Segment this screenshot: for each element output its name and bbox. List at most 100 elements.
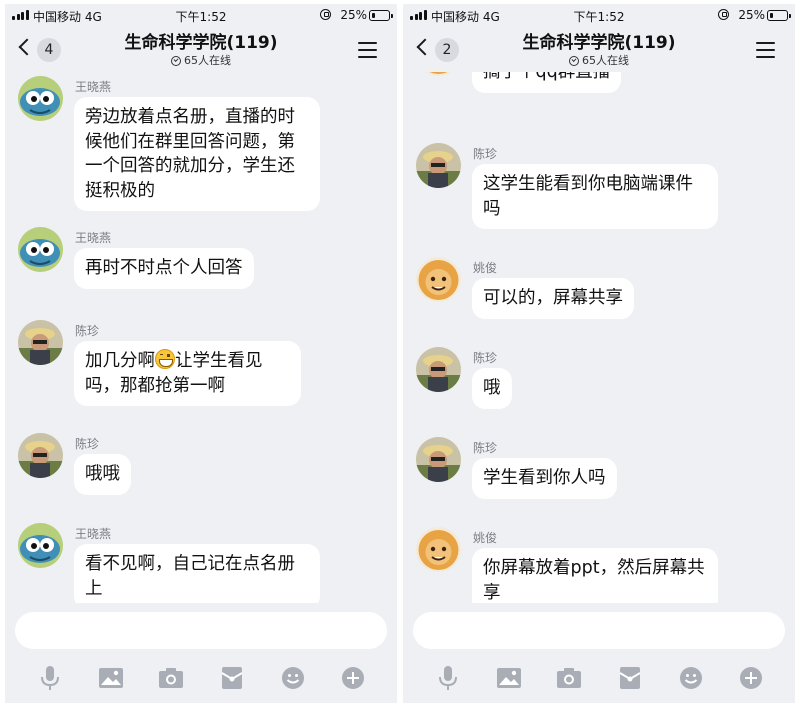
camera-icon[interactable] bbox=[156, 663, 186, 693]
message-item: 王晓燕 再时不时点个人回答 bbox=[5, 227, 397, 320]
message-item: 陈珍 哦哦 bbox=[5, 433, 397, 523]
sender-name: 姚俊 bbox=[473, 261, 498, 275]
menu-button[interactable] bbox=[756, 42, 775, 58]
group-title: 生命科学学院(119) bbox=[522, 33, 676, 53]
message-list[interactable]: 王晓燕 旁边放着点名册，直播的时候他们在群里回答问题，第一个回答的就加分，学生还… bbox=[5, 72, 397, 603]
message-item: 王晓燕 看不见啊，自己记在点名册上 bbox=[5, 523, 397, 603]
message-bubble[interactable]: 这学生能看到你电脑端课件吗 bbox=[472, 164, 718, 229]
microphone-icon[interactable] bbox=[433, 663, 463, 693]
battery-icon bbox=[767, 10, 791, 21]
lion-avatar[interactable] bbox=[416, 527, 461, 572]
message-bubble[interactable]: 再时不时点个人回答 bbox=[74, 248, 254, 289]
online-check-icon bbox=[569, 56, 579, 66]
message-bubble[interactable]: 哦 bbox=[472, 368, 512, 409]
message-text: 再时不时点个人回答 bbox=[85, 258, 243, 278]
photo-avatar[interactable] bbox=[416, 347, 461, 392]
message-bubble[interactable]: 看不见啊，自己记在点名册上 bbox=[74, 544, 320, 603]
battery-percent: 25% bbox=[340, 8, 367, 22]
message-text: 学生看到你人吗 bbox=[483, 468, 606, 488]
message-item: 姚俊 可以的，屏幕共享 bbox=[403, 257, 795, 347]
online-count: 65人在线 bbox=[184, 54, 231, 67]
message-bubble[interactable]: 哦哦 bbox=[74, 454, 131, 495]
message-item: 姚俊 你屏幕放着ppt，然后屏幕共享 bbox=[403, 527, 795, 603]
online-count: 65人在线 bbox=[582, 54, 629, 67]
message-bubble[interactable]: 加几分啊 让学生看见吗，那都抢第一啊 bbox=[74, 341, 301, 406]
photo-avatar[interactable] bbox=[416, 437, 461, 482]
sender-name: 王晓燕 bbox=[75, 80, 112, 94]
sender-name: 陈珍 bbox=[75, 437, 100, 451]
back-button[interactable]: 2 bbox=[416, 37, 464, 63]
chat-screen-right: 中国移动 4G 下午1:52 25% 2 生命科学学院(119) 65人在线 搞… bbox=[403, 4, 795, 703]
chat-title-area[interactable]: 生命科学学院(119) 65人在线 bbox=[463, 33, 735, 68]
back-button[interactable]: 4 bbox=[18, 37, 66, 63]
unread-count-badge: 4 bbox=[37, 38, 61, 62]
chevron-left-icon bbox=[18, 38, 36, 56]
cartoon-bug-avatar[interactable] bbox=[18, 76, 63, 121]
message-bubble[interactable]: 学生看到你人吗 bbox=[472, 458, 617, 499]
photo-avatar[interactable] bbox=[18, 320, 63, 365]
chat-header: 4 生命科学学院(119) 65人在线 bbox=[5, 26, 397, 72]
group-title: 生命科学学院(119) bbox=[124, 33, 278, 53]
message-text: 可以的，屏幕共享 bbox=[483, 288, 623, 308]
message-text: 你屏幕放着ppt，然后屏幕共享 bbox=[483, 558, 705, 603]
plus-icon[interactable] bbox=[338, 663, 368, 693]
message-item: 王晓燕 旁边放着点名册，直播的时候他们在群里回答问题，第一个回答的就加分，学生还… bbox=[5, 76, 397, 227]
status-bar: 中国移动 4G 下午1:52 25% bbox=[5, 4, 397, 26]
red-packet-icon[interactable] bbox=[217, 663, 247, 693]
sender-name: 陈珍 bbox=[473, 441, 498, 455]
message-item: 陈珍 这学生能看到你电脑端课件吗 bbox=[403, 143, 795, 257]
grin-emoji-icon bbox=[155, 349, 175, 369]
online-status: 65人在线 bbox=[463, 54, 735, 68]
status-bar: 中国移动 4G 下午1:52 25% bbox=[403, 4, 795, 26]
cartoon-bug-avatar[interactable] bbox=[18, 523, 63, 568]
message-item: 陈珍 加几分啊 让学生看见吗，那都抢第一啊 bbox=[5, 320, 397, 433]
message-bubble[interactable]: 搞了个qq群直播 bbox=[472, 72, 622, 93]
chat-screen-left: 中国移动 4G 下午1:52 25% 4 生命科学学院(119) 65人在线 王… bbox=[5, 4, 397, 703]
online-status: 65人在线 bbox=[65, 54, 337, 68]
message-input[interactable] bbox=[15, 612, 387, 649]
image-icon[interactable] bbox=[494, 663, 524, 693]
battery-percent: 25% bbox=[738, 8, 765, 22]
orientation-lock-icon bbox=[320, 9, 331, 20]
plus-icon[interactable] bbox=[736, 663, 766, 693]
cartoon-bug-avatar[interactable] bbox=[18, 227, 63, 272]
sender-name: 姚俊 bbox=[473, 531, 498, 545]
image-icon[interactable] bbox=[96, 663, 126, 693]
photo-avatar[interactable] bbox=[416, 143, 461, 188]
chat-header: 2 生命科学学院(119) 65人在线 bbox=[403, 26, 795, 72]
message-bubble[interactable]: 可以的，屏幕共享 bbox=[472, 278, 634, 319]
lion-avatar[interactable] bbox=[416, 257, 461, 302]
message-item: 陈珍 学生看到你人吗 bbox=[403, 437, 795, 527]
orientation-lock-icon bbox=[718, 9, 729, 20]
battery-fill bbox=[769, 12, 774, 18]
menu-button[interactable] bbox=[358, 42, 377, 58]
message-text: 这学生能看到你电脑端课件吗 bbox=[483, 174, 693, 219]
message-list[interactable]: 搞了个qq群直播 陈珍 这学生能看到你电脑端课件吗 姚俊 可以的，屏幕共享 陈珍… bbox=[403, 72, 795, 603]
emoji-icon[interactable] bbox=[676, 663, 706, 693]
message-bubble[interactable]: 你屏幕放着ppt，然后屏幕共享 bbox=[472, 548, 718, 603]
online-check-icon bbox=[171, 56, 181, 66]
input-bar bbox=[403, 603, 795, 663]
camera-icon[interactable] bbox=[554, 663, 584, 693]
battery-icon bbox=[369, 10, 393, 21]
chat-title-area[interactable]: 生命科学学院(119) 65人在线 bbox=[65, 33, 337, 68]
message-text: 哦 bbox=[483, 378, 501, 398]
message-text-start: 加几分啊 bbox=[85, 351, 155, 371]
message-text: 搞了个qq群直播 bbox=[483, 72, 611, 82]
sender-name: 陈珍 bbox=[473, 351, 498, 365]
microphone-icon[interactable] bbox=[35, 663, 65, 693]
status-time: 下午1:52 bbox=[573, 10, 625, 24]
message-bubble[interactable]: 旁边放着点名册，直播的时候他们在群里回答问题，第一个回答的就加分，学生还挺积极的 bbox=[74, 97, 320, 211]
chat-toolbar bbox=[5, 663, 397, 703]
message-item: 搞了个qq群直播 bbox=[403, 72, 795, 143]
sender-name: 陈珍 bbox=[473, 147, 498, 161]
lion-avatar[interactable] bbox=[416, 72, 461, 76]
unread-count-badge: 2 bbox=[435, 38, 459, 62]
photo-avatar[interactable] bbox=[18, 433, 63, 478]
status-time: 下午1:52 bbox=[175, 10, 227, 24]
message-item: 陈珍 哦 bbox=[403, 347, 795, 437]
battery-fill bbox=[371, 12, 376, 18]
red-packet-icon[interactable] bbox=[615, 663, 645, 693]
message-input[interactable] bbox=[413, 612, 785, 649]
emoji-icon[interactable] bbox=[278, 663, 308, 693]
